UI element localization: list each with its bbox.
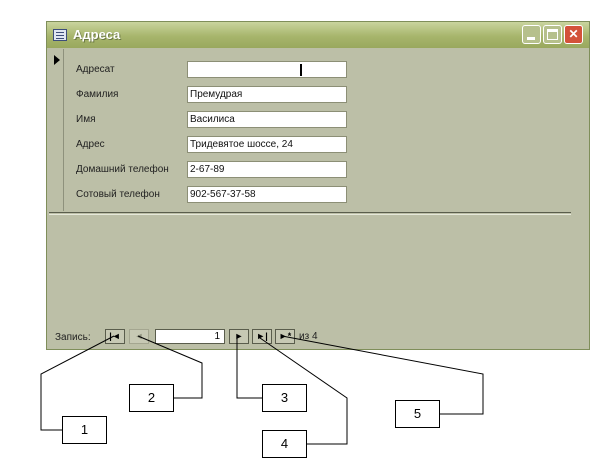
callout-3: 3 xyxy=(262,384,307,412)
callout-5: 5 xyxy=(395,400,440,428)
callout-4: 4 xyxy=(262,430,307,458)
callout-1: 1 xyxy=(62,416,107,444)
callout-2: 2 xyxy=(129,384,174,412)
